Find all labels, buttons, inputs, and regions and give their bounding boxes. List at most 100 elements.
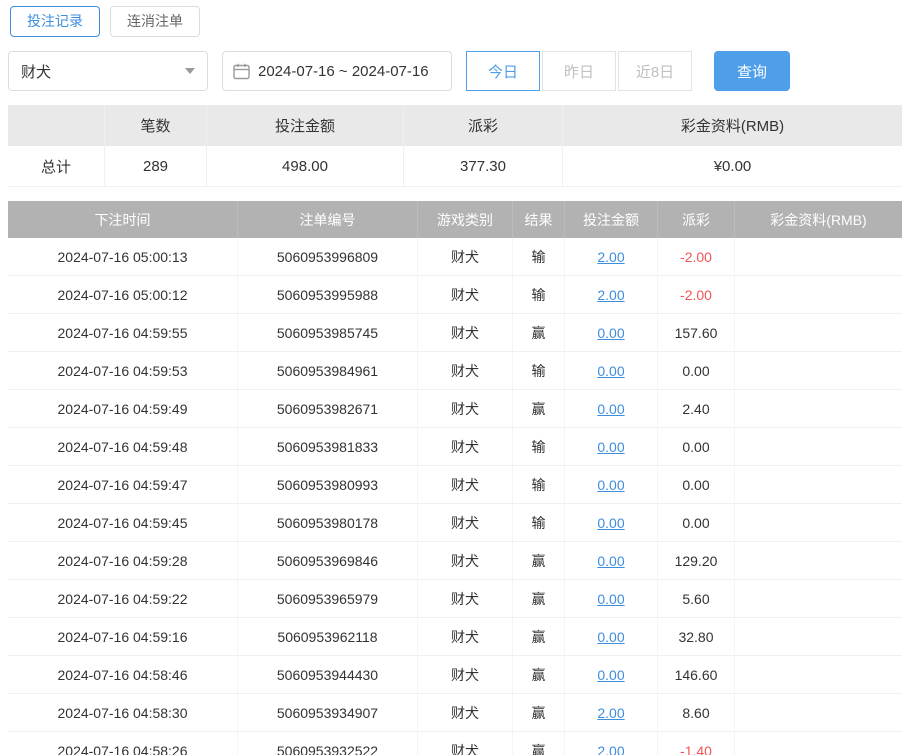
bonus-cell [735,390,902,428]
table-row: 2024-07-16 04:59:53 5060953984961 财犬输 0.00 0… [8,352,902,390]
order-id-cell: 5060953980993 [238,466,418,504]
payout-cell: 0.00 [658,352,735,390]
order-id-cell: 5060953965979 [238,580,418,618]
bonus-cell [735,428,902,466]
order-id-cell: 5060953995988 [238,276,418,314]
game-type-cell: 财犬 [418,466,513,504]
order-id-cell: 5060953996809 [238,238,418,276]
summary-total-bet-amount: 498.00 [207,146,404,187]
summary-total-bonus: ¥0.00 [563,146,902,187]
payout-cell: 129.20 [658,542,735,580]
bet-time-cell: 2024-07-16 04:58:30 [8,694,238,732]
bet-amount-link[interactable]: 0.00 [597,515,624,531]
header-payout: 派彩 [658,201,735,238]
table-row: 2024-07-16 05:00:12 5060953995988 财犬输 2.00 -… [8,276,902,314]
result-cell: 输 [513,428,565,466]
game-type-cell: 财犬 [418,428,513,466]
game-select-value: 财犬 [21,63,52,81]
search-button[interactable]: 查询 [714,51,790,91]
order-id-cell: 5060953932522 [238,732,418,755]
result-cell: 赢 [513,390,565,428]
result-cell: 赢 [513,314,565,352]
payout-cell: 0.00 [658,504,735,542]
bet-time-cell: 2024-07-16 04:59:55 [8,314,238,352]
game-type-cell: 财犬 [418,580,513,618]
quick-button-today[interactable]: 今日 [466,51,540,91]
bonus-cell [735,238,902,276]
result-cell: 赢 [513,580,565,618]
game-type-cell: 财犬 [418,276,513,314]
bet-amount-link[interactable]: 2.00 [597,743,624,755]
bet-amount-link[interactable]: 2.00 [597,705,624,721]
quick-button-yesterday[interactable]: 昨日 [542,51,616,91]
result-cell: 输 [513,238,565,276]
bet-amount-link[interactable]: 0.00 [597,591,624,607]
bet-time-cell: 2024-07-16 04:59:53 [8,352,238,390]
payout-cell: 157.60 [658,314,735,352]
summary-table: 笔数 投注金额 派彩 彩金资料(RMB) 总计 289 498.00 377.3… [8,105,902,187]
bet-time-cell: 2024-07-16 04:58:26 [8,732,238,755]
game-select[interactable]: 财犬 [8,51,208,91]
bonus-cell [735,314,902,352]
tab-consecutive-cancel-orders[interactable]: 连消注单 [110,6,200,37]
filter-bar: 财犬 2024-07-16 ~ 2024-07-16 今日 昨日 近8日 查询 [8,51,902,91]
bet-amount-cell: 0.00 [565,352,658,390]
bet-amount-link[interactable]: 0.00 [597,325,624,341]
header-order-id: 注单编号 [238,201,418,238]
bet-amount-cell: 2.00 [565,732,658,755]
bet-amount-link[interactable]: 0.00 [597,401,624,417]
bonus-cell [735,694,902,732]
payout-cell: 0.00 [658,466,735,504]
table-row: 2024-07-16 04:58:26 5060953932522 财犬赢 2.00 -… [8,732,902,755]
bet-amount-link[interactable]: 0.00 [597,629,624,645]
bet-amount-cell: 2.00 [565,694,658,732]
records-table-header: 下注时间 注单编号 游戏类别 结果 投注金额 派彩 彩金资料(RMB) [8,201,902,238]
chevron-down-icon [185,68,195,74]
summary-total-payout: 377.30 [404,146,563,187]
bonus-cell [735,276,902,314]
order-id-cell: 5060953934907 [238,694,418,732]
bet-amount-link[interactable]: 0.00 [597,439,624,455]
bonus-cell [735,504,902,542]
bonus-cell [735,466,902,504]
table-body: 2024-07-16 05:00:13 5060953996809 财犬输 2.00-… [8,238,902,755]
summary-header-count: 笔数 [105,105,207,146]
table-row: 2024-07-16 04:59:49 5060953982671 财犬赢 0.00 2… [8,390,902,428]
payout-cell: 8.60 [658,694,735,732]
bet-amount-link[interactable]: 0.00 [597,667,624,683]
summary-header-blank [8,105,105,146]
bet-amount-link[interactable]: 0.00 [597,553,624,569]
result-cell: 赢 [513,732,565,755]
result-cell: 赢 [513,694,565,732]
payout-cell: 2.40 [658,390,735,428]
summary-header-row: 笔数 投注金额 派彩 彩金资料(RMB) [8,105,902,146]
game-type-cell: 财犬 [418,238,513,276]
result-cell: 输 [513,276,565,314]
summary-total-label: 总计 [8,146,105,187]
bet-amount-link[interactable]: 0.00 [597,477,624,493]
order-id-cell: 5060953980178 [238,504,418,542]
result-cell: 赢 [513,542,565,580]
order-id-cell: 5060953981833 [238,428,418,466]
payout-cell: -2.00 [658,276,735,314]
game-type-cell: 财犬 [418,352,513,390]
order-id-cell: 5060953985745 [238,314,418,352]
payout-cell: 32.80 [658,618,735,656]
bet-time-cell: 2024-07-16 04:59:49 [8,390,238,428]
summary-total-count: 289 [105,146,207,187]
bet-amount-link[interactable]: 0.00 [597,363,624,379]
bet-amount-cell: 0.00 [565,542,658,580]
bonus-cell [735,580,902,618]
bet-amount-link[interactable]: 2.00 [597,287,624,303]
bet-time-cell: 2024-07-16 04:59:47 [8,466,238,504]
date-range-input[interactable]: 2024-07-16 ~ 2024-07-16 [222,51,452,91]
bonus-cell [735,618,902,656]
bonus-cell [735,352,902,390]
result-cell: 输 [513,504,565,542]
order-id-cell: 5060953969846 [238,542,418,580]
bet-amount-cell: 0.00 [565,580,658,618]
tab-betting-records[interactable]: 投注记录 [10,6,100,37]
quick-button-last8days[interactable]: 近8日 [618,51,692,91]
bet-time-cell: 2024-07-16 04:59:48 [8,428,238,466]
bet-amount-link[interactable]: 2.00 [597,249,624,265]
